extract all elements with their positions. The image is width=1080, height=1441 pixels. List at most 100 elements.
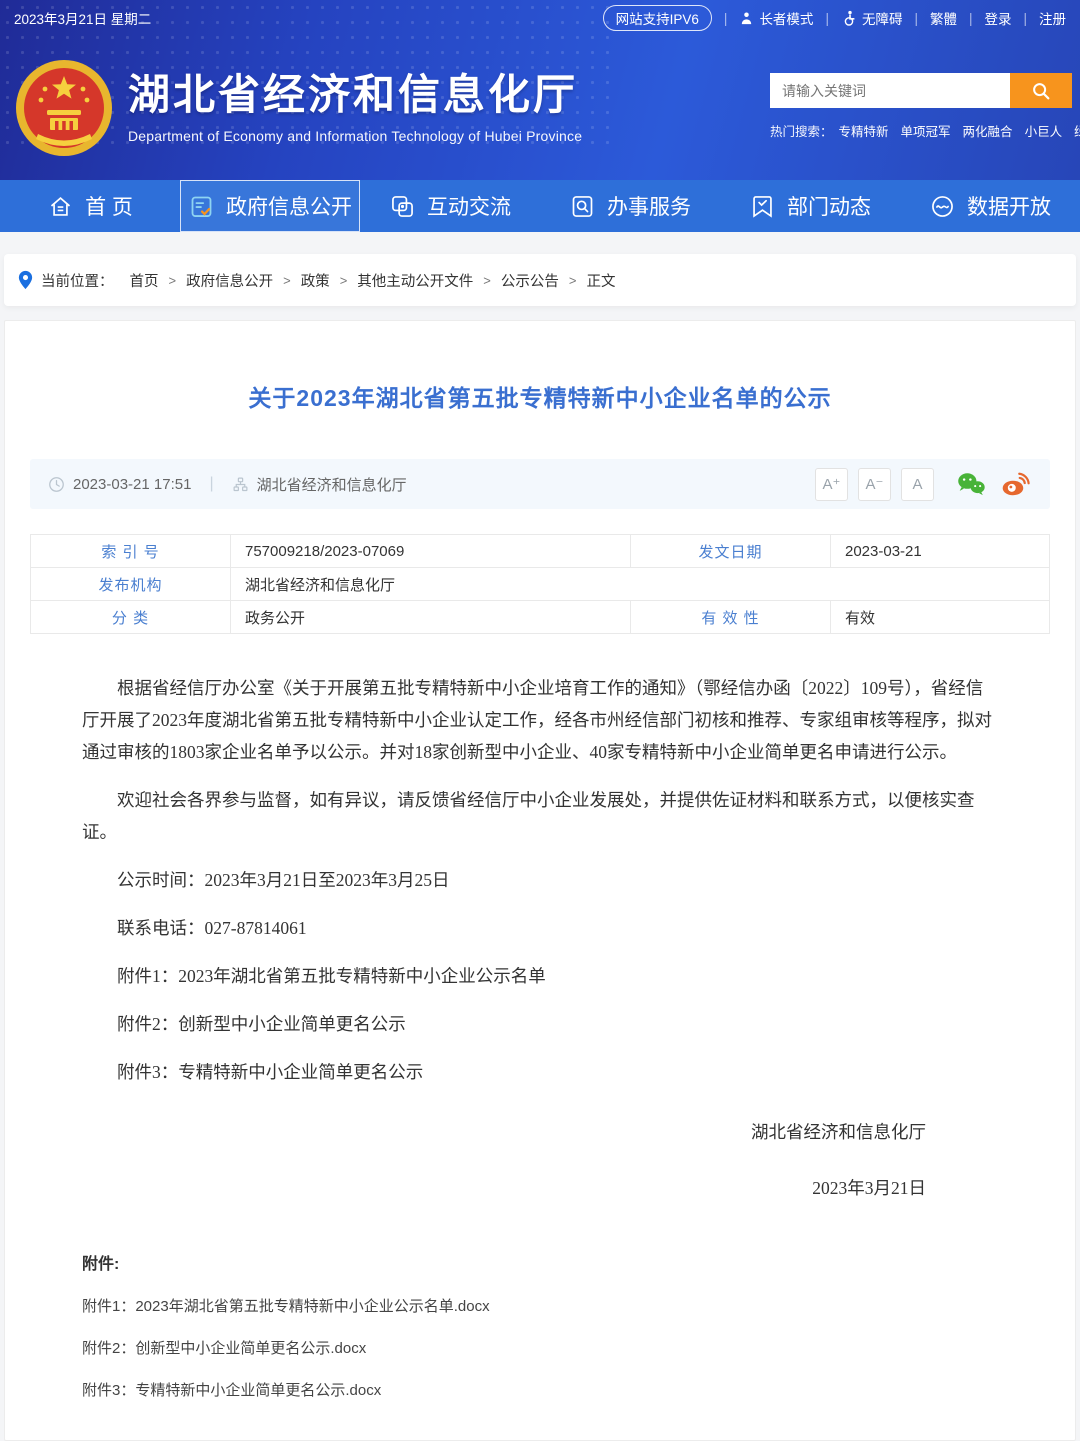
table-row: 索 引 号 757009218/2023-07069 发文日期 2023-03-… [31,535,1050,568]
hot-keyword[interactable]: 小巨人 [1025,121,1063,140]
nav-interaction[interactable]: 互动交流 [360,180,540,232]
search-input[interactable] [770,73,1010,108]
table-row: 发布机构 湖北省经济和信息化厅 [31,568,1050,601]
breadcrumb: 当前位置： 首页 > 政府信息公开 > 政策 > 其他主动公开文件 > 公示公告… [4,254,1076,306]
issue-date-value: 2023-03-21 [831,535,1050,568]
separator: | [914,11,918,26]
separator: > [483,273,491,288]
font-increase-button[interactable]: A⁺ [815,468,848,501]
register-link[interactable]: 注册 [1039,8,1066,28]
publish-time: 2023-03-21 17:51 [73,476,191,493]
separator: > [283,273,291,288]
clock-icon [48,476,65,493]
separator: | [209,475,213,493]
nav-home[interactable]: 首 页 [0,180,180,232]
publish-source: 湖北省经济和信息化厅 [257,474,407,495]
attachment-link[interactable]: 附件1：2023年湖北省第五批专精特新中小企业公示名单.docx [82,1295,998,1316]
category-label: 分 类 [31,601,231,634]
home-icon [47,193,74,220]
search-zone: 热门搜索： 专精特新 单项冠军 两化融合 小巨人 绿色工厂 [770,73,1072,140]
nav-open-data[interactable]: 数据开放 [900,180,1080,232]
source-org-icon [232,476,249,493]
elder-icon [739,11,754,26]
nav-services[interactable]: 办事服务 [540,180,720,232]
search-icon [1030,80,1052,102]
attachments-section: 附件: 附件1：2023年湖北省第五批专精特新中小企业公示名单.docx 附件2… [30,1250,1050,1400]
site-logo-link[interactable]: 湖北省经济和信息化厅 Department of Economy and Inf… [14,58,582,158]
interaction-icon [389,193,416,220]
breadcrumb-announcements[interactable]: 公示公告 [501,270,559,291]
index-value: 757009218/2023-07069 [231,535,631,568]
ipv6-badge[interactable]: 网站支持IPV6 [603,5,712,31]
accessibility-link[interactable]: 无障碍 [841,8,903,28]
attachment-link[interactable]: 附件3：专精特新中小企业简单更名公示.docx [82,1379,998,1400]
category-value: 政务公开 [231,601,631,634]
login-link[interactable]: 登录 [984,8,1011,28]
top-utility-bar: 2023年3月21日 星期二 网站支持IPV6 | 长者模式 | 无障碍 | 繁… [0,0,1080,36]
document-info-table: 索 引 号 757009218/2023-07069 发文日期 2023-03-… [30,534,1050,634]
department-news-icon [749,193,776,220]
signature-block: 湖北省经济和信息化厅 2023年3月21日 [82,1116,998,1204]
gov-info-icon [188,193,215,220]
open-data-icon [929,193,956,220]
nav-government-info[interactable]: 政府信息公开 [180,180,360,232]
hot-keyword[interactable]: 绿色工厂 [1074,121,1080,140]
paragraph: 附件2：创新型中小企业简单更名公示 [82,1008,998,1040]
separator: | [825,11,829,26]
site-banner: 湖北省经济和信息化厅 Department of Economy and Inf… [0,36,1080,180]
nav-department-news[interactable]: 部门动态 [720,180,900,232]
location-pin-icon [17,270,34,290]
breadcrumb-label: 当前位置： [41,270,114,291]
breadcrumb-home[interactable]: 首页 [130,270,159,291]
hot-keyword[interactable]: 专精特新 [839,121,889,140]
publisher-label: 发布机构 [31,568,231,601]
paragraph: 附件3：专精特新中小企业简单更名公示 [82,1056,998,1088]
site-header: 2023年3月21日 星期二 网站支持IPV6 | 长者模式 | 无障碍 | 繁… [0,0,1080,180]
accessibility-icon [841,10,857,26]
breadcrumb-other-docs[interactable]: 其他主动公开文件 [357,270,473,291]
validity-value: 有效 [831,601,1050,634]
paragraph: 根据省经信厅办公室《关于开展第五批专精特新中小企业培育工作的通知》（鄂经信办函〔… [82,672,998,768]
separator: > [569,273,577,288]
site-title: 湖北省经济和信息化厅 [128,72,582,118]
hot-search-label: 热门搜索： [770,121,833,140]
separator: > [340,273,348,288]
article-title: 关于2023年湖北省第五批专精特新中小企业名单的公示 [30,379,1050,413]
paragraph: 公示时间：2023年3月21日至2023年3月25日 [82,864,998,896]
validity-label: 有 效 性 [631,601,831,634]
attachment-link[interactable]: 附件2：创新型中小企业简单更名公示.docx [82,1337,998,1358]
article-meta-bar: 2023-03-21 17:51 | 湖北省经济和信息化厅 A⁺ A⁻ A [30,459,1050,509]
traditional-chinese-link[interactable]: 繁體 [930,8,957,28]
paragraph: 联系电话：027-87814061 [82,912,998,944]
national-emblem [14,58,114,158]
weibo-share-icon[interactable] [1000,470,1032,498]
breadcrumb-policy[interactable]: 政策 [301,270,330,291]
attachments-title: 附件: [82,1250,998,1274]
paragraph: 欢迎社会各界参与监督，如有异议，请反馈省经信厅中小企业发展处，并提供佐证材料和联… [82,784,998,848]
elder-mode-link[interactable]: 长者模式 [739,8,813,28]
separator: > [169,273,177,288]
publisher-value: 湖北省经济和信息化厅 [231,568,1050,601]
index-label: 索 引 号 [31,535,231,568]
hot-keyword[interactable]: 两化融合 [963,121,1013,140]
separator: | [1023,11,1027,26]
breadcrumb-gov-info[interactable]: 政府信息公开 [186,270,273,291]
paragraph: 附件1：2023年湖北省第五批专精特新中小企业公示名单 [82,960,998,992]
separator: | [724,11,728,26]
breadcrumb-current: 正文 [586,270,615,291]
wechat-share-icon[interactable] [956,469,988,499]
font-decrease-button[interactable]: A⁻ [858,468,891,501]
signature-org: 湖北省经济和信息化厅 [82,1116,926,1148]
search-button[interactable] [1010,73,1072,108]
site-subtitle: Department of Economy and Information Te… [128,128,582,144]
hot-search-row: 热门搜索： 专精特新 单项冠军 两化融合 小巨人 绿色工厂 [770,121,1072,140]
font-reset-button[interactable]: A [901,468,934,501]
table-row: 分 类 政务公开 有 效 性 有效 [31,601,1050,634]
current-date: 2023年3月21日 星期二 [14,8,151,28]
hot-keyword[interactable]: 单项冠军 [901,121,951,140]
article-card: 关于2023年湖北省第五批专精特新中小企业名单的公示 2023-03-21 17… [4,320,1076,1441]
issue-date-label: 发文日期 [631,535,831,568]
separator: | [969,11,973,26]
services-icon [569,193,596,220]
main-navigation: 首 页 政府信息公开 互动交流 办事服务 部门动态 数据开放 [0,180,1080,232]
